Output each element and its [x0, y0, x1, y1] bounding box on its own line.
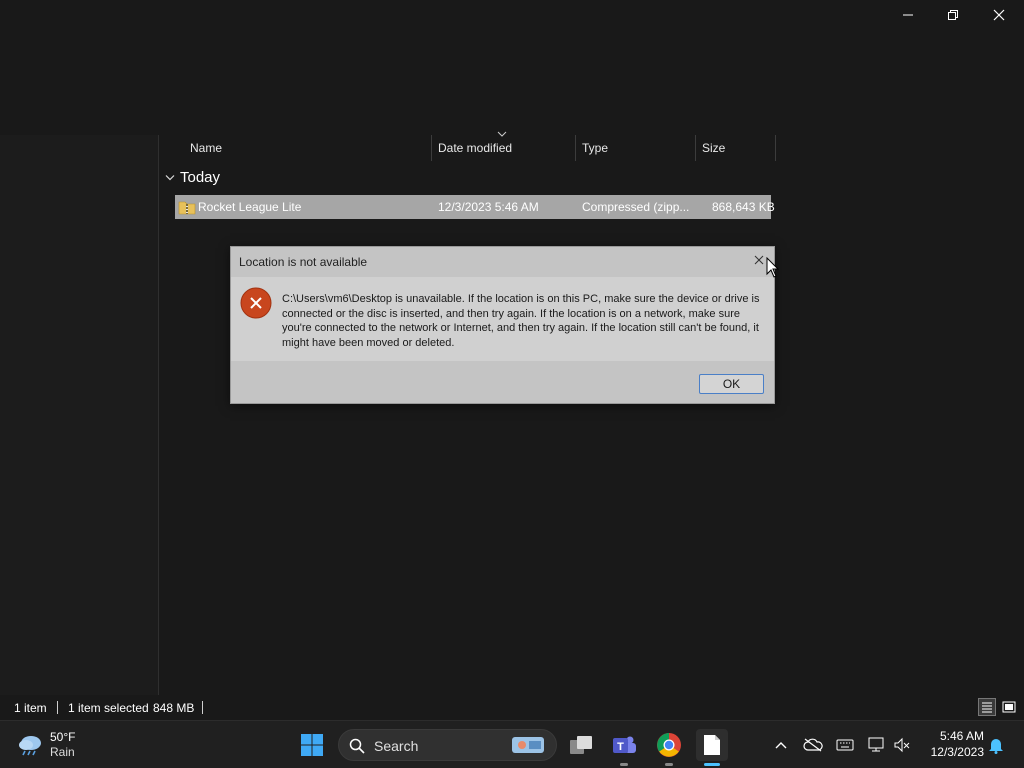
svg-text:T: T — [617, 741, 624, 753]
dialog-body: C:\Users\vm6\Desktop is unavailable. If … — [231, 277, 774, 361]
document-icon — [704, 735, 720, 755]
status-bar: 1 item 1 item selected 848 MB — [0, 695, 1024, 720]
clock-date: 12/3/2023 — [930, 745, 984, 759]
task-view-icon — [570, 736, 592, 754]
details-view-icon — [982, 702, 992, 713]
rain-cloud-icon — [19, 736, 41, 756]
tiles-view-icon — [1002, 701, 1016, 713]
notifications-button[interactable] — [986, 735, 1006, 755]
ok-button[interactable]: OK — [699, 374, 764, 394]
close-icon — [993, 9, 1005, 21]
file-row[interactable]: Rocket League Lite 12/3/2023 5:46 AM Com… — [175, 195, 775, 219]
keyboard-icon — [836, 739, 854, 751]
start-button[interactable] — [296, 729, 328, 761]
column-header-date[interactable]: Date modified — [432, 135, 576, 161]
weather-temp: 50°F — [50, 730, 76, 744]
running-indicator — [665, 763, 673, 766]
chevron-up-icon — [775, 742, 787, 749]
tiles-view-button[interactable] — [1000, 698, 1018, 716]
keyboard-tray[interactable] — [835, 735, 855, 755]
status-separator — [57, 701, 58, 714]
volume-tray[interactable] — [892, 735, 912, 755]
active-indicator — [704, 763, 720, 766]
teams-button[interactable]: T — [608, 729, 640, 761]
file-size: 868,643 KB — [712, 200, 775, 214]
dialog-title: Location is not available — [239, 255, 368, 269]
close-window-button[interactable] — [976, 0, 1022, 30]
location-unavailable-dialog: Location is not available C:\Users\vm6\D… — [230, 246, 775, 404]
onedrive-tray[interactable] — [803, 735, 823, 755]
restore-button[interactable] — [930, 0, 976, 30]
close-icon — [754, 255, 764, 265]
windows-logo-icon — [301, 734, 323, 756]
notepad-button[interactable] — [696, 729, 728, 761]
network-icon — [868, 737, 884, 752]
file-type: Compressed (zipp... — [582, 200, 690, 214]
teams-icon: T — [613, 736, 636, 753]
file-date: 12/3/2023 5:46 AM — [438, 200, 539, 214]
navigation-pane[interactable] — [0, 135, 159, 695]
clock[interactable]: 5:46 AM 12/3/2023 — [918, 728, 984, 762]
task-view-button[interactable] — [565, 729, 597, 761]
weather-condition: Rain — [50, 745, 75, 759]
clock-time: 5:46 AM — [939, 729, 984, 743]
minimize-button[interactable] — [885, 0, 931, 30]
network-tray[interactable] — [866, 735, 886, 755]
search-highlight-icon — [512, 737, 544, 753]
details-view-button[interactable] — [978, 698, 996, 716]
group-label: Today — [180, 169, 221, 186]
group-header-today[interactable]: Today — [165, 169, 220, 186]
error-icon — [240, 287, 272, 319]
chevron-down-icon — [165, 174, 175, 180]
running-indicator — [620, 763, 628, 766]
status-separator — [202, 701, 203, 714]
taskbar-search[interactable]: Search — [338, 729, 557, 761]
column-header-type[interactable]: Type — [576, 135, 696, 161]
cloud-offline-icon — [803, 738, 823, 752]
restore-icon — [948, 10, 958, 20]
show-hidden-icons-button[interactable] — [771, 735, 791, 755]
dialog-close-button[interactable] — [751, 252, 767, 268]
minimize-icon — [903, 14, 913, 16]
chrome-button[interactable] — [653, 729, 685, 761]
zip-folder-icon — [178, 201, 196, 215]
dialog-message: C:\Users\vm6\Desktop is unavailable. If … — [282, 293, 760, 349]
search-label: Search — [374, 738, 419, 754]
window-titlebar — [0, 0, 1024, 30]
column-separator[interactable] — [775, 135, 776, 161]
selected-size: 848 MB — [153, 701, 195, 715]
search-icon — [349, 738, 365, 754]
taskbar: 50°F Rain Search T 5:46 AM 12/3/2023 — [0, 720, 1024, 768]
file-name: Rocket League Lite — [198, 200, 302, 214]
column-header-size[interactable]: Size — [696, 135, 776, 161]
mouse-cursor-icon — [766, 257, 780, 278]
selected-count: 1 item selected — [68, 701, 149, 715]
file-list[interactable]: Name Date modified Type Size Today Rocke… — [159, 131, 1024, 695]
item-count: 1 item — [14, 701, 47, 715]
column-header-name[interactable]: Name — [184, 135, 432, 161]
volume-muted-icon — [894, 737, 910, 753]
bell-icon — [989, 739, 1003, 754]
weather-widget[interactable]: 50°F Rain — [14, 729, 124, 761]
explorer-toolbar — [0, 30, 1024, 135]
chrome-icon — [657, 733, 681, 757]
